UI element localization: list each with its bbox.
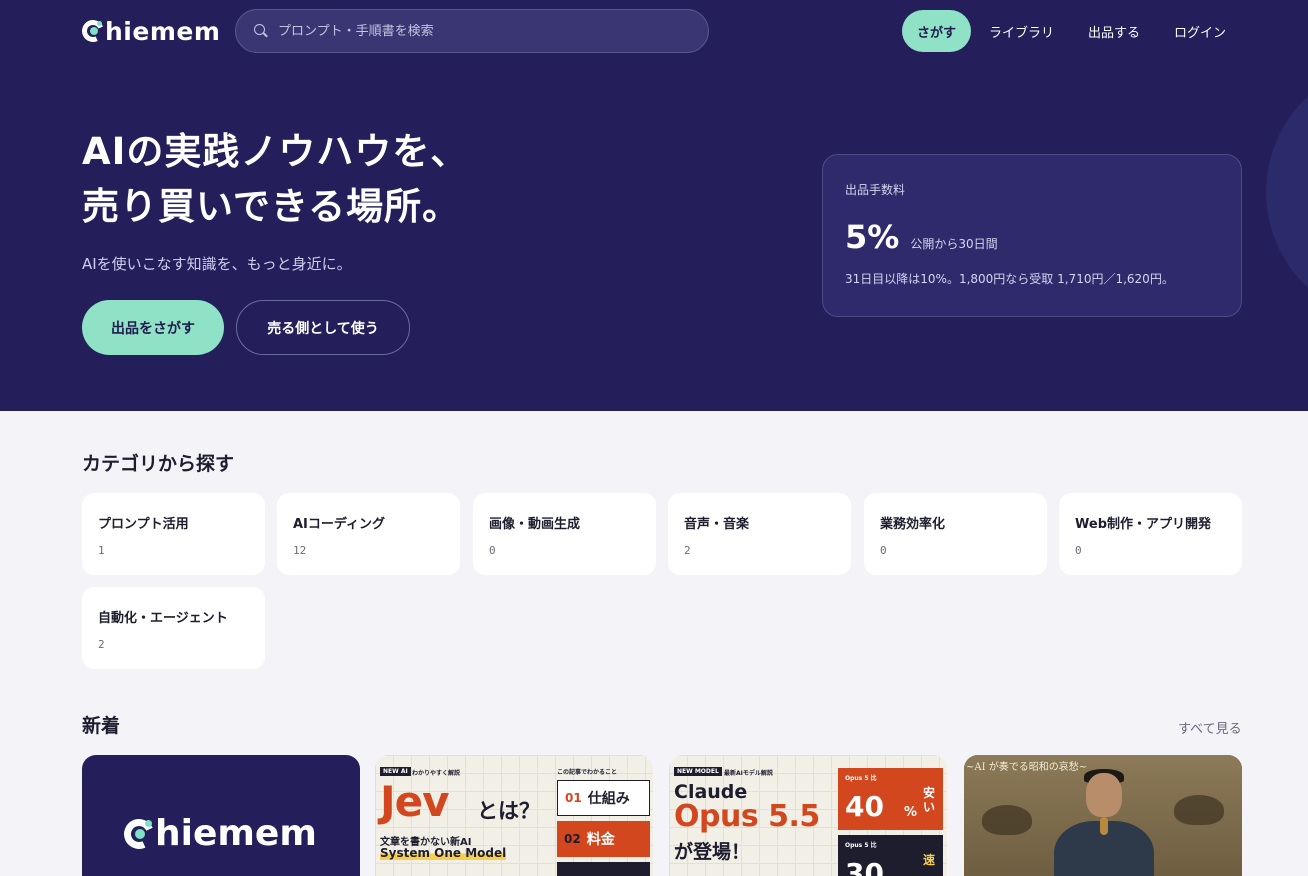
category-name: 自動化・エージェント — [98, 611, 228, 626]
category-name: 画像・動画生成 — [489, 517, 581, 532]
category-name: Web制作・アプリ開発 — [1075, 517, 1211, 532]
card-headline: Jev — [380, 777, 449, 826]
card-tag: NEW MODEL — [674, 767, 722, 776]
new-item-card[interactable]: ~AI が奏でる昭和の哀愁~ — [964, 755, 1242, 876]
site-logo[interactable]: hiemem — [78, 16, 221, 46]
card-box-vertical: 速 — [923, 853, 936, 867]
card-line-2: Opus 5.5 — [674, 799, 820, 834]
hero-title-line-1: AIの実践ノウハウを、 — [82, 130, 469, 173]
card-logo-text: hiemem — [155, 813, 317, 854]
card-line-3: が登場！ — [674, 841, 751, 863]
fee-period: 公開から30日間 — [910, 237, 998, 251]
card-box-label: この記事でわかること — [557, 769, 618, 776]
category-name: AIコーディング — [293, 517, 385, 532]
nav-library-link[interactable]: ライブラリ — [989, 10, 1054, 52]
card-tag-sub: わかりやすく解説 — [412, 770, 461, 777]
search-bar[interactable] — [235, 9, 709, 53]
category-name: 音声・音楽 — [684, 517, 750, 532]
card-box-big: 30 — [845, 857, 884, 876]
nav-login-link[interactable]: ログイン — [1174, 10, 1226, 52]
crane-illustration — [982, 805, 1032, 835]
card-box-num: 01 — [565, 791, 582, 805]
category-card[interactable]: 画像・動画生成 0 — [473, 493, 656, 575]
hero-decoration — [1266, 62, 1308, 322]
logo-mark-icon — [78, 16, 108, 46]
top-navigation: hiemem さがす ライブラリ 出品する ログイン — [0, 0, 1308, 62]
category-count: 2 — [98, 638, 105, 651]
category-count: 2 — [684, 544, 691, 557]
microphone-icon — [1100, 817, 1108, 835]
card-tag-sub: 最新AIモデル解説 — [724, 770, 773, 777]
category-card[interactable]: 自動化・エージェント 2 — [82, 587, 265, 669]
new-item-card[interactable]: hiemem — [82, 755, 360, 876]
category-card[interactable]: プロンプト活用 1 — [82, 493, 265, 575]
logo-text: hiemem — [105, 16, 221, 46]
new-item-card[interactable]: NEW AI わかりやすく解説 Jev とは？ 文章を書かない新AI Syste… — [375, 755, 653, 876]
category-name: 業務効率化 — [880, 517, 946, 532]
card-box-unit: % — [904, 805, 918, 820]
card-box-vertical: 安い — [923, 786, 936, 814]
card-box-text: 料金 — [586, 832, 615, 848]
category-count: 0 — [489, 544, 496, 557]
card-tag: NEW AI — [380, 767, 411, 776]
card-price-box: Opus 5 比 40 % 安い — [838, 768, 943, 830]
card-box-1: 01 仕組み — [557, 780, 650, 816]
use-as-seller-button[interactable]: 売る側として使う — [236, 300, 410, 355]
category-card[interactable]: 音声・音楽 2 — [668, 493, 851, 575]
category-name: プロンプト活用 — [98, 517, 189, 532]
fee-card: 出品手数料 5% 公開から30日間 31日目以降は10%。1,800円なら受取 … — [822, 154, 1242, 317]
categories-title: カテゴリから探す — [82, 453, 235, 475]
card-headline-tail: とは？ — [477, 799, 540, 823]
new-item-card[interactable]: NEW MODEL 最新AIモデル解説 Claude Opus 5.5 が登場！… — [669, 755, 947, 876]
hero-section: hiemem さがす ライブラリ 出品する ログイン AIの実践ノウハウを、 売… — [0, 0, 1308, 411]
category-card[interactable]: 業務効率化 0 — [864, 493, 1047, 575]
card-box-small: Opus 5 比 — [845, 842, 877, 849]
category-count: 12 — [293, 544, 307, 557]
category-count: 1 — [98, 544, 105, 557]
card-line-2: System One Model — [380, 846, 507, 860]
card-box-big: 40 — [845, 790, 884, 823]
crane-illustration — [1174, 795, 1224, 825]
hero-title: AIの実践ノウハウを、 売り買いできる場所。 — [82, 124, 782, 234]
category-card[interactable]: Web制作・アプリ開発 0 — [1059, 493, 1242, 575]
card-box-num: 02 — [564, 832, 581, 846]
card-box-small: Opus 5 比 — [845, 775, 877, 782]
fee-row: 5% 公開から30日間 — [845, 218, 1219, 256]
fee-value: 5% — [845, 218, 900, 256]
card-speed-box: Opus 5 比 30 速 — [838, 835, 943, 876]
nav-search-button[interactable]: さがす — [902, 10, 971, 52]
see-all-link[interactable]: すべて見る — [1178, 718, 1242, 737]
nav-sell-link[interactable]: 出品する — [1088, 10, 1140, 52]
new-title: 新着 — [82, 715, 121, 737]
search-icon — [254, 24, 268, 38]
hero-subtitle: AIを使いこなす知識を、もっと身近に。 — [82, 255, 352, 273]
card-box-text: 仕組み — [587, 791, 630, 807]
card-caption: ~AI が奏でる昭和の哀愁~ — [966, 762, 1088, 773]
card-box-2: 02 料金 — [557, 821, 650, 857]
fee-label: 出品手数料 — [845, 183, 906, 197]
category-count: 0 — [880, 544, 887, 557]
fee-note: 31日目以降は10%。1,800円なら受取 1,710円／1,620円。 — [845, 272, 1174, 286]
card-logo: hiemem — [119, 813, 317, 854]
search-input[interactable] — [278, 23, 698, 39]
card-box-3 — [557, 862, 650, 876]
hero-title-line-2: 売り買いできる場所。 — [82, 185, 461, 228]
category-card[interactable]: AIコーディング 12 — [277, 493, 460, 575]
find-listings-button[interactable]: 出品をさがす — [82, 300, 224, 355]
category-count: 0 — [1075, 544, 1082, 557]
logo-mark-icon — [119, 814, 159, 853]
